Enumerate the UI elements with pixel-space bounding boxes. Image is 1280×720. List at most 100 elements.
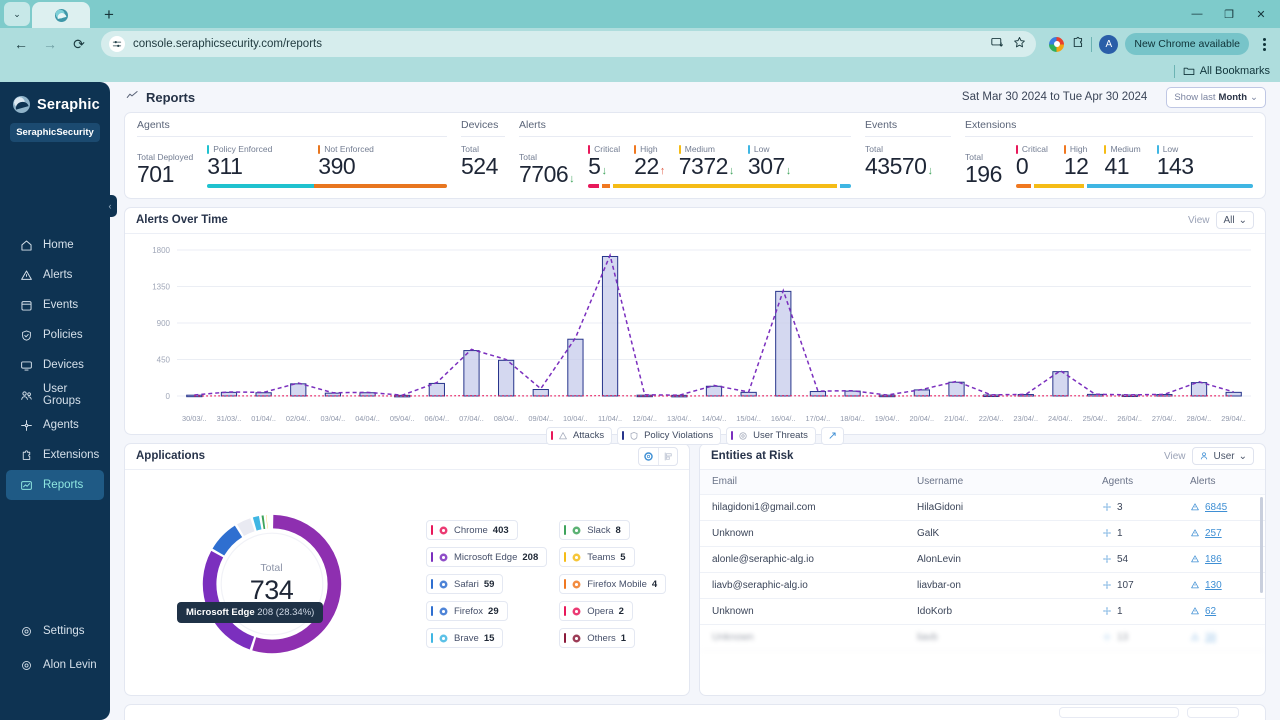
alerts-view-dropdown[interactable]: All ⌄ <box>1216 211 1254 230</box>
stub-field[interactable] <box>1059 707 1179 718</box>
show-last-dropdown[interactable]: Show last Month ⌄ <box>1166 86 1266 108</box>
seraphic-console-app: Seraphic SeraphicSecurity ‹ Home Alerts <box>0 82 1280 720</box>
sidebar-item-events[interactable]: Events <box>6 290 104 320</box>
install-app-icon[interactable] <box>991 36 1004 52</box>
x-axis-tick-label: 21/04/.. <box>944 413 969 423</box>
browser-tab[interactable] <box>32 2 90 28</box>
alerts-over-time-chart[interactable]: 0 450 900 1350 1800 <box>135 242 1255 414</box>
cell-email: Unknown <box>712 605 754 617</box>
x-axis-tick-label: 07/04/.. <box>459 413 484 423</box>
reports-page-icon <box>126 89 139 105</box>
new-tab-button[interactable]: + <box>96 2 122 28</box>
alerts-count-link[interactable]: 257 <box>1205 528 1222 539</box>
cell-agents: 1 <box>1102 606 1190 617</box>
attack-icon <box>559 431 567 440</box>
sidebar-item-label: Alon Levin <box>43 659 97 671</box>
sidebar-item-devices[interactable]: Devices <box>6 350 104 380</box>
tab-search-button[interactable]: ⌄ <box>4 2 30 26</box>
application-chip[interactable]: Opera 2 <box>559 601 633 622</box>
forward-button[interactable]: → <box>37 31 63 57</box>
application-chip[interactable]: Others 1 <box>559 628 636 649</box>
browser-menu-button[interactable] <box>1256 37 1272 51</box>
application-chip[interactable]: Slack 8 <box>559 520 630 541</box>
alerts-chart-title: Alerts Over Time <box>136 214 228 227</box>
sidebar-item-extensions[interactable]: Extensions <box>6 440 104 470</box>
cell-email: Unknown <box>712 527 754 539</box>
application-chip[interactable]: Teams 5 <box>559 547 635 568</box>
x-axis-tick-label: 12/04/.. <box>632 413 657 423</box>
donut-tooltip: Microsoft Edge 208 (28.34%) <box>177 601 324 623</box>
site-settings-icon[interactable] <box>109 36 125 52</box>
new-chrome-available-button[interactable]: New Chrome available <box>1125 33 1249 55</box>
alerts-count-link[interactable]: 130 <box>1205 580 1222 591</box>
extensions-puzzle-icon[interactable] <box>1071 36 1084 52</box>
stub-field-small[interactable] <box>1187 707 1239 718</box>
table-scrollbar[interactable] <box>1260 496 1263 593</box>
application-chip[interactable]: Chrome 403 <box>426 520 518 541</box>
kpi-value: 41 <box>1104 153 1130 179</box>
table-row[interactable]: liavb@seraphic-alg.io liavbar-on 107 130 <box>700 573 1265 599</box>
sidebar-item-user-groups[interactable]: User Groups <box>6 380 104 410</box>
application-name: Slack <box>587 524 611 536</box>
application-chip[interactable]: Safari 59 <box>426 574 504 595</box>
sidebar-item-label: Policies <box>43 329 83 341</box>
bookmark-star-icon[interactable] <box>1013 36 1026 52</box>
alerts-over-time-card: Alerts Over Time View All ⌄ 0 450 900 1350 1… <box>124 206 1266 445</box>
table-row[interactable]: Unknown IdoKorb 1 62 <box>700 599 1265 625</box>
legend-item-attacks[interactable]: Attacks <box>545 426 613 445</box>
profile-avatar[interactable]: A <box>1099 34 1119 54</box>
table-row[interactable]: Unknown GalK 1 257 <box>700 521 1265 547</box>
application-chip[interactable]: Microsoft Edge 208 <box>426 547 548 568</box>
application-name: Microsoft Edge <box>454 551 518 563</box>
x-axis-tick-label: 19/04/.. <box>874 413 900 423</box>
application-chip[interactable]: Brave 15 <box>426 628 504 649</box>
column-header-username: Username <box>917 476 964 488</box>
legend-item-policy-violations[interactable]: Policy Violations <box>617 426 722 445</box>
sidebar-item-reports[interactable]: Reports <box>6 470 104 500</box>
agents-icon <box>20 419 33 432</box>
maximize-button[interactable]: ❐ <box>1214 3 1244 25</box>
alerts-count-link[interactable]: 39 <box>1205 632 1216 643</box>
x-axis-tick-label: 27/04/.. <box>1151 413 1177 423</box>
x-axis-tick-label: 16/04/.. <box>770 413 796 423</box>
extension-color-icon[interactable] <box>1049 36 1065 52</box>
tenant-selector[interactable]: SeraphicSecurity <box>10 123 100 142</box>
alerts-count-link[interactable]: 62 <box>1205 606 1216 617</box>
expand-chart-button[interactable]: ↗ <box>820 426 845 445</box>
applications-donut[interactable]: Total 734 Microsoft Edge 208 (28.34%) <box>139 474 404 695</box>
application-name: Teams <box>587 551 616 563</box>
alerts-count-link[interactable]: 186 <box>1205 554 1222 565</box>
minimize-button[interactable]: — <box>1182 3 1212 25</box>
kpi-not-enforced: Not Enforced 390 <box>318 144 374 180</box>
brand-name: Seraphic <box>37 96 100 113</box>
close-button[interactable]: ✕ <box>1246 3 1276 25</box>
bookmarks-bar: All Bookmarks <box>0 60 1280 82</box>
entities-rows: hilagidoni1@gmail.com HilaGidoni 3 6845 Unkn… <box>700 495 1265 651</box>
table-row[interactable]: alonle@seraphic-alg.io AlonLevin 54 186 <box>700 547 1265 573</box>
firefox-icon <box>439 607 448 616</box>
sidebar-item-policies[interactable]: Policies <box>6 320 104 350</box>
applications-title: Applications <box>136 450 206 463</box>
sidebar-item-user[interactable]: Alon Levin <box>6 650 104 680</box>
sidebar-item-alerts[interactable]: Alerts <box>6 260 104 290</box>
application-chip[interactable]: Firefox Mobile 4 <box>559 574 667 595</box>
all-bookmarks-button[interactable]: All Bookmarks <box>1183 65 1270 77</box>
table-row[interactable]: Unknown liavb 13 39 <box>700 625 1265 651</box>
application-chip[interactable]: Firefox 29 <box>426 601 508 622</box>
sidebar-collapse-button[interactable]: ‹ <box>103 195 117 217</box>
page-title: Reports <box>146 89 196 105</box>
kpi-group-title: Extensions <box>965 119 1253 137</box>
alerts-count-link[interactable]: 6845 <box>1205 502 1227 513</box>
x-axis-tick-label: 24/04/.. <box>1048 413 1073 423</box>
table-row[interactable]: hilagidoni1@gmail.com HilaGidoni 3 6845 <box>700 495 1265 521</box>
sidebar-item-agents[interactable]: Agents <box>6 410 104 440</box>
legend-item-user-threats[interactable]: User Threats <box>726 426 816 445</box>
application-count: 59 <box>483 578 495 590</box>
sidebar-item-home[interactable]: Home <box>6 230 104 260</box>
x-axis-tick-label: 08/04/.. <box>493 413 519 423</box>
sidebar-item-settings[interactable]: Settings <box>6 616 104 646</box>
view-label: View <box>1187 214 1210 226</box>
address-bar[interactable]: console.seraphicsecurity.com/reports <box>101 31 1037 57</box>
reload-button[interactable]: ⟳ <box>66 31 92 57</box>
back-button[interactable]: ← <box>8 31 34 57</box>
